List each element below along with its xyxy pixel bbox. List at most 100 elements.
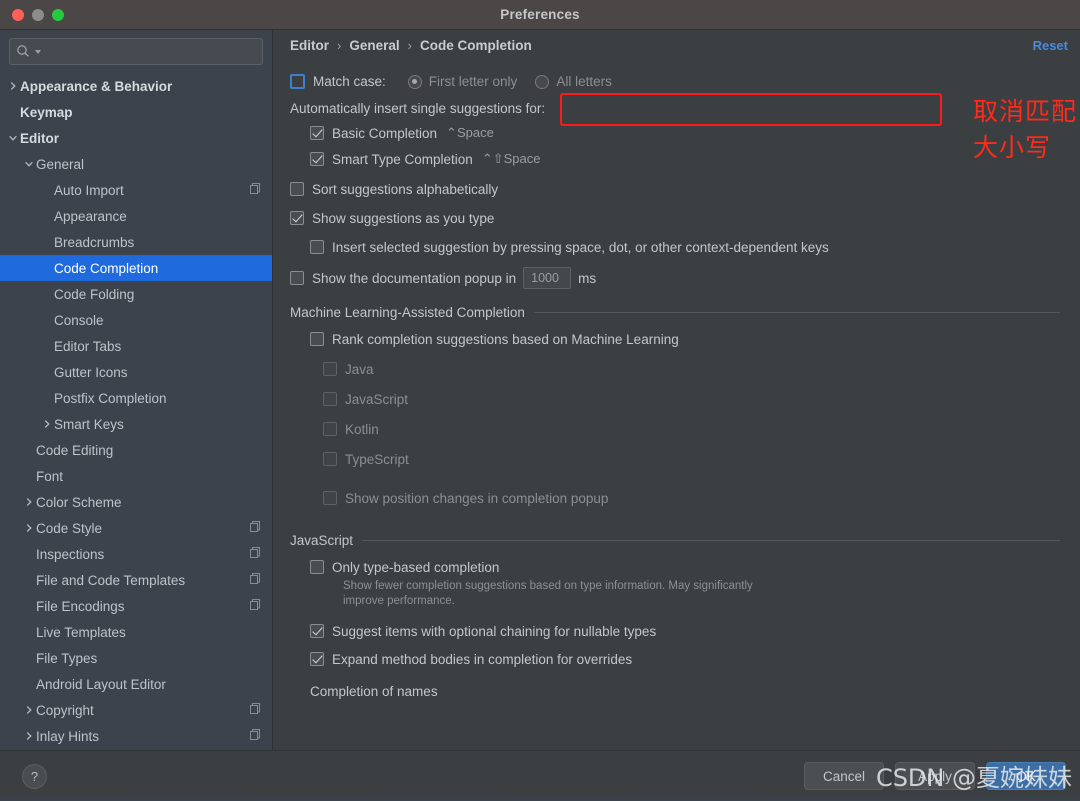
settings-panel: Match case: First letter only All letter…: [273, 60, 1080, 750]
cancel-button[interactable]: Cancel: [804, 762, 884, 790]
ml-lang-typescript-checkbox[interactable]: [323, 452, 337, 466]
help-icon[interactable]: ?: [22, 763, 47, 789]
sidebar-item-general[interactable]: General: [0, 151, 272, 177]
basic-completion-label: Basic Completion: [332, 125, 438, 141]
sidebar-item-code-style[interactable]: Code Style: [0, 515, 272, 541]
sidebar-item-label: General: [36, 156, 85, 172]
copy-settings-icon[interactable]: [249, 546, 262, 562]
copy-settings-icon[interactable]: [249, 520, 262, 536]
sidebar-item-label: Breadcrumbs: [54, 234, 135, 250]
completion-of-names-row: Completion of names: [290, 678, 1060, 704]
breadcrumb-item-general[interactable]: General: [349, 38, 399, 53]
search-input[interactable]: [45, 44, 256, 59]
sidebar-item-code-completion[interactable]: Code Completion: [0, 255, 272, 281]
sidebar-item-editor[interactable]: Editor: [0, 125, 272, 151]
sidebar-item-file-types[interactable]: File Types: [0, 645, 272, 671]
show-as-you-type-row: Show suggestions as you type: [290, 205, 1060, 231]
sidebar-item-color-scheme[interactable]: Color Scheme: [0, 489, 272, 515]
copy-settings-icon[interactable]: [249, 182, 262, 198]
search-box[interactable]: [9, 38, 263, 65]
search-dropdown-icon[interactable]: [34, 48, 42, 56]
settings-tree[interactable]: Appearance & Behavior Keymap Editor General…: [0, 71, 272, 750]
ml-lang-typescript-label: TypeScript: [345, 451, 409, 467]
sort-alphabetically-checkbox[interactable]: [290, 182, 304, 196]
ml-lang-javascript-label: JavaScript: [345, 391, 409, 407]
smart-type-completion-label: Smart Type Completion: [332, 151, 473, 167]
sort-alphabetically-row: Sort suggestions alphabetically: [290, 176, 1060, 202]
copy-settings-icon[interactable]: [249, 598, 262, 614]
copy-settings-icon[interactable]: [249, 702, 262, 718]
sidebar-item-appearance[interactable]: Appearance: [0, 203, 272, 229]
sidebar-item-inlay-hints[interactable]: Inlay Hints: [0, 723, 272, 749]
sidebar-item-auto-import[interactable]: Auto Import: [0, 177, 272, 203]
sidebar-item-gutter-icons[interactable]: Gutter Icons: [0, 359, 272, 385]
ml-lang-javascript-checkbox[interactable]: [323, 392, 337, 406]
reset-link[interactable]: Reset: [1033, 38, 1068, 53]
insert-selected-checkbox[interactable]: [310, 240, 324, 254]
show-as-you-type-checkbox[interactable]: [290, 211, 304, 225]
chevron-right-icon[interactable]: [22, 705, 36, 715]
expand-method-checkbox[interactable]: [310, 652, 324, 666]
copy-settings-icon[interactable]: [249, 572, 262, 588]
sort-alphabetically-label: Sort suggestions alphabetically: [312, 181, 499, 197]
sidebar-item-live-templates[interactable]: Live Templates: [0, 619, 272, 645]
sidebar-item-android-layout-editor[interactable]: Android Layout Editor: [0, 671, 272, 697]
first-letter-only-label: First letter only: [428, 74, 518, 89]
only-type-based-label: Only type-based completion: [332, 559, 500, 575]
ok-button[interactable]: OK: [986, 762, 1066, 790]
ml-lang-java-checkbox[interactable]: [323, 362, 337, 376]
ml-lang-kotlin-checkbox[interactable]: [323, 422, 337, 436]
sidebar-item-appearance-behavior[interactable]: Appearance & Behavior: [0, 73, 272, 99]
sidebar-item-breadcrumbs[interactable]: Breadcrumbs: [0, 229, 272, 255]
ml-lang-java-label: Java: [345, 361, 374, 377]
sidebar-item-code-editing[interactable]: Code Editing: [0, 437, 272, 463]
sidebar-item-label: File and Code Templates: [36, 572, 186, 588]
chevron-down-icon[interactable]: [6, 133, 20, 143]
chevron-right-icon[interactable]: [22, 731, 36, 741]
chevron-right-icon[interactable]: [6, 81, 20, 91]
sidebar-item-keymap[interactable]: Keymap: [0, 99, 272, 125]
match-case-checkbox[interactable]: [290, 74, 305, 89]
chevron-right-icon[interactable]: [22, 523, 36, 533]
basic-completion-checkbox[interactable]: [310, 126, 324, 140]
doc-popup-label-before: Show the documentation popup in: [312, 270, 517, 286]
rank-completion-checkbox[interactable]: [310, 332, 324, 346]
show-position-changes-checkbox[interactable]: [323, 491, 337, 505]
sidebar-item-font[interactable]: Font: [0, 463, 272, 489]
sidebar-item-file-encodings[interactable]: File Encodings: [0, 593, 272, 619]
breadcrumb-separator: ›: [337, 37, 342, 53]
sidebar-item-label: Font: [36, 468, 64, 484]
chevron-down-icon[interactable]: [22, 159, 36, 169]
sidebar-item-editor-tabs[interactable]: Editor Tabs: [0, 333, 272, 359]
sidebar-item-postfix-completion[interactable]: Postfix Completion: [0, 385, 272, 411]
sidebar-item-label: Color Scheme: [36, 494, 122, 510]
apply-button[interactable]: Apply: [895, 762, 975, 790]
chevron-right-icon[interactable]: [22, 497, 36, 507]
breadcrumb-item-editor[interactable]: Editor: [290, 38, 329, 53]
smart-type-completion-shortcut: ⌃⇧Space: [481, 151, 541, 166]
smart-type-completion-checkbox[interactable]: [310, 152, 324, 166]
first-letter-only-radio[interactable]: [407, 74, 422, 89]
doc-popup-delay-input[interactable]: 1000: [523, 267, 572, 289]
doc-popup-checkbox[interactable]: [290, 271, 304, 285]
sidebar-item-console[interactable]: Console: [0, 307, 272, 333]
doc-popup-label-after: ms: [578, 270, 597, 286]
sidebar-item-file-and-code-templates[interactable]: File and Code Templates: [0, 567, 272, 593]
sidebar-item-smart-keys[interactable]: Smart Keys: [0, 411, 272, 437]
chevron-right-icon[interactable]: [40, 419, 54, 429]
javascript-section-title: JavaScript: [290, 533, 354, 548]
copy-settings-icon[interactable]: [249, 728, 262, 744]
optional-chaining-checkbox[interactable]: [310, 624, 324, 638]
sidebar-item-code-folding[interactable]: Code Folding: [0, 281, 272, 307]
only-type-based-checkbox[interactable]: [310, 560, 324, 574]
match-case-row: Match case: First letter only All letter…: [290, 66, 1060, 97]
sidebar-item-label: Inlay Hints: [36, 728, 100, 744]
ml-section-header: Machine Learning-Assisted Completion: [290, 305, 1060, 320]
sidebar-item-label: Editor: [20, 130, 59, 146]
all-letters-radio[interactable]: [535, 74, 550, 89]
annotation-text: 取消匹配大小写: [973, 97, 1078, 162]
all-letters-label: All letters: [556, 74, 612, 89]
sidebar-item-copyright[interactable]: Copyright: [0, 697, 272, 723]
sidebar-item-inspections[interactable]: Inspections: [0, 541, 272, 567]
sidebar-item-label: Inspections: [36, 546, 105, 562]
